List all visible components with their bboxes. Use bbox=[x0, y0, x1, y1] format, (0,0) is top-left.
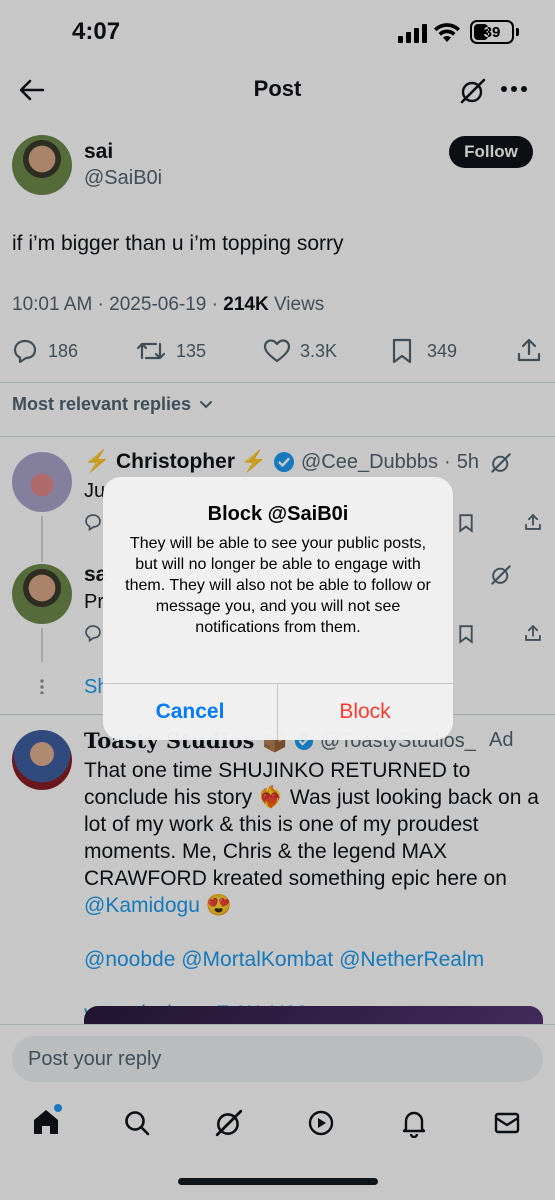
cancel-button[interactable]: Cancel bbox=[103, 684, 277, 740]
alert-message: They will be able to see your public pos… bbox=[125, 535, 431, 636]
home-indicator[interactable] bbox=[178, 1178, 378, 1185]
screen: 4:07 39 Post sai @SaiB0i Follow if i’m b… bbox=[0, 0, 555, 1200]
alert-title: Block @SaiB0i bbox=[207, 503, 349, 525]
block-button[interactable]: Block bbox=[278, 684, 452, 740]
block-alert-dialog: Block @SaiB0i They will be able to see y… bbox=[103, 477, 453, 740]
